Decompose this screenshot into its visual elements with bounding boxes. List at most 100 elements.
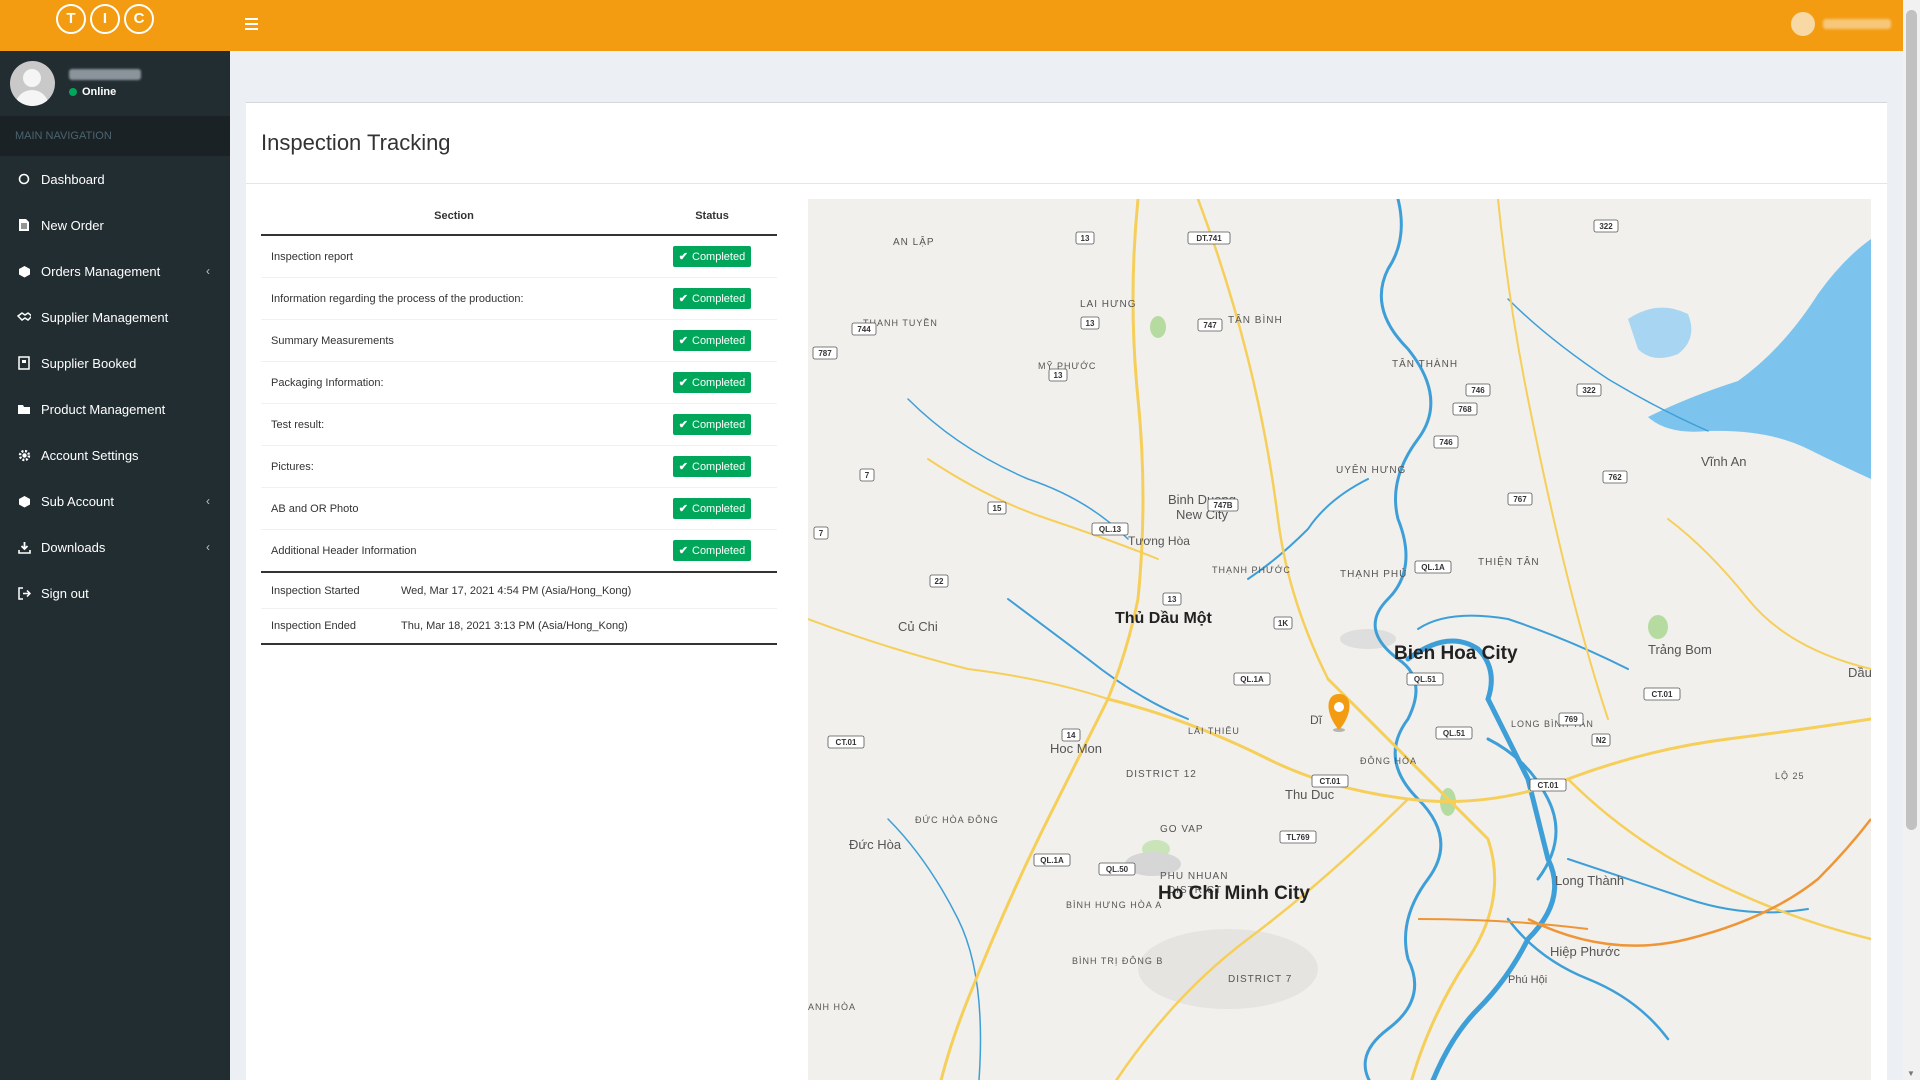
svg-text:QL.1A: QL.1A [1421, 563, 1445, 572]
table-row[interactable]: Summary Measurements ✔ Completed [261, 319, 777, 362]
park-shape [1648, 615, 1668, 639]
user-menu[interactable] [1791, 12, 1891, 36]
section-cell: Test result: [261, 403, 647, 446]
sidebar-item-downloads[interactable]: Downloads ‹ [0, 524, 230, 570]
svg-text:CT.01: CT.01 [836, 738, 857, 747]
check-icon: ✔ [678, 377, 688, 389]
table-row[interactable]: Inspection report ✔ Completed [261, 234, 777, 278]
svg-text:QL.1A: QL.1A [1040, 856, 1064, 865]
svg-text:QL.51: QL.51 [1414, 675, 1437, 684]
map-label: DISTRICT 7 [1228, 974, 1292, 985]
location-marker-icon[interactable] [1328, 694, 1350, 732]
chevron-left-icon: ‹ [206, 494, 210, 508]
logo-bar: T I C [0, 0, 230, 51]
sidebar-item-label: Orders Management [41, 263, 161, 279]
check-icon: ✔ [678, 545, 688, 557]
road-shield: 747 [1197, 318, 1223, 332]
map-label: ĐỨC HÒA ĐÔNG [915, 815, 999, 825]
road-shield: 787 [812, 346, 838, 360]
table-row[interactable]: Information regarding the process of the… [261, 277, 777, 320]
sidebar-item-supplier-booked[interactable]: Supplier Booked [0, 340, 230, 386]
sidebar-item-supplier-management[interactable]: Supplier Management [0, 294, 230, 340]
status-badge: ✔ Completed [672, 372, 752, 393]
road-shield: 22 [929, 574, 949, 588]
chevron-left-icon: ‹ [206, 264, 210, 278]
road-shield: 7 [859, 468, 875, 482]
sidebar-item-label: Sub Account [41, 493, 114, 509]
sidebar-item-sign-out[interactable]: Sign out [0, 570, 230, 616]
inspection-times: Inspection Started Wed, Mar 17, 2021 4:5… [261, 571, 777, 645]
road-shield: CT.01 [827, 735, 865, 749]
road-shield: N2 [1591, 733, 1611, 747]
nav-list: Dashboard New Order Orders Management ‹ … [0, 156, 230, 616]
table-row[interactable]: Test result: ✔ Completed [261, 403, 777, 446]
road-shield: QL.1A [1414, 560, 1452, 574]
scroll-down-arrow-icon[interactable]: ▼ [1907, 1069, 1915, 1078]
svg-text:13: 13 [1054, 371, 1063, 380]
road-shield: QL.1A [1033, 853, 1071, 867]
folder-icon [17, 402, 31, 416]
map-label: Long Thành [1555, 873, 1624, 888]
road-shield: 7 [813, 526, 829, 540]
svg-text:14: 14 [1067, 731, 1076, 740]
road-shield: QL.50 [1098, 862, 1136, 876]
hamburger-menu-icon[interactable] [245, 15, 265, 35]
table-header-row: Section Status [261, 198, 777, 236]
status-badge: ✔ Completed [672, 540, 752, 561]
nav-header: MAIN NAVIGATION [0, 116, 230, 156]
sidebar-item-sub-account[interactable]: Sub Account ‹ [0, 478, 230, 524]
sidebar-item-label: Sign out [41, 585, 89, 601]
status-badge: ✔ Completed [672, 456, 752, 477]
box-header: Inspection Tracking [246, 103, 1887, 184]
chevron-left-icon: ‹ [206, 540, 210, 554]
table-row[interactable]: Additional Header Information ✔ Completed [261, 529, 777, 571]
map-label: LAI HƯNG [1080, 299, 1137, 310]
check-icon: ✔ [678, 251, 688, 263]
map-label: Đức Hòa [849, 837, 902, 852]
svg-text:QL.13: QL.13 [1099, 525, 1122, 534]
svg-text:13: 13 [1081, 234, 1090, 243]
svg-text:769: 769 [1564, 715, 1578, 724]
svg-text:322: 322 [1582, 386, 1596, 395]
cube-icon [17, 494, 31, 508]
sidebar-item-account-settings[interactable]: Account Settings [0, 432, 230, 478]
svg-text:787: 787 [818, 349, 832, 358]
table-row[interactable]: Pictures: ✔ Completed [261, 445, 777, 488]
inspection-ended-value: Thu, Mar 18, 2021 3:13 PM (Asia/Hong_Kon… [401, 620, 628, 632]
file-icon [17, 218, 31, 232]
scrollbar-thumb[interactable] [1906, 10, 1917, 830]
sidebar-item-new-order[interactable]: New Order [0, 202, 230, 248]
inspection-panel: Section Status Inspection report ✔ Comple… [261, 198, 777, 645]
sidebar-item-orders-management[interactable]: Orders Management ‹ [0, 248, 230, 294]
online-dot-icon [69, 88, 77, 96]
road-shield: 744 [851, 322, 877, 336]
section-cell: Information regarding the process of the… [261, 277, 647, 320]
inspection-location-map[interactable]: AN LẬP LAI HƯNG THANH TUYỀN TÂN BÌNH TÂN… [808, 199, 1871, 1080]
svg-text:13: 13 [1086, 319, 1095, 328]
road-shield: 15 [987, 501, 1007, 515]
status-badge: ✔ Completed [672, 288, 752, 309]
map-label: UYÊN HƯNG [1336, 463, 1406, 476]
svg-text:767: 767 [1513, 495, 1527, 504]
svg-text:747B: 747B [1213, 501, 1232, 510]
page-scrollbar[interactable]: ▼ [1903, 0, 1920, 1080]
svg-text:DT.741: DT.741 [1196, 234, 1222, 243]
sidebar-item-label: Supplier Management [41, 309, 169, 325]
svg-text:15: 15 [993, 504, 1002, 513]
section-column-header: Section [261, 198, 647, 236]
road-shield: QL.51 [1435, 726, 1473, 740]
cube-icon [17, 264, 31, 278]
table-row[interactable]: AB and OR Photo ✔ Completed [261, 487, 777, 530]
sidebar-item-dashboard[interactable]: Dashboard [0, 156, 230, 202]
table-row[interactable]: Packaging Information: ✔ Completed [261, 361, 777, 404]
svg-text:CT.01: CT.01 [1320, 777, 1341, 786]
map-canvas[interactable]: AN LẬP LAI HƯNG THANH TUYỀN TÂN BÌNH TÂN… [808, 199, 1871, 1080]
road-shield: QL.1A [1233, 672, 1271, 686]
sidebar-item-product-management[interactable]: Product Management [0, 386, 230, 432]
road-shield: TL769 [1279, 830, 1317, 844]
svg-text:768: 768 [1458, 405, 1472, 414]
map-label: TÂN BÌNH [1228, 313, 1283, 326]
svg-text:QL.1A: QL.1A [1240, 675, 1264, 684]
logo[interactable]: T I C [56, 3, 154, 34]
map-label: DISTRICT 12 [1126, 769, 1197, 780]
